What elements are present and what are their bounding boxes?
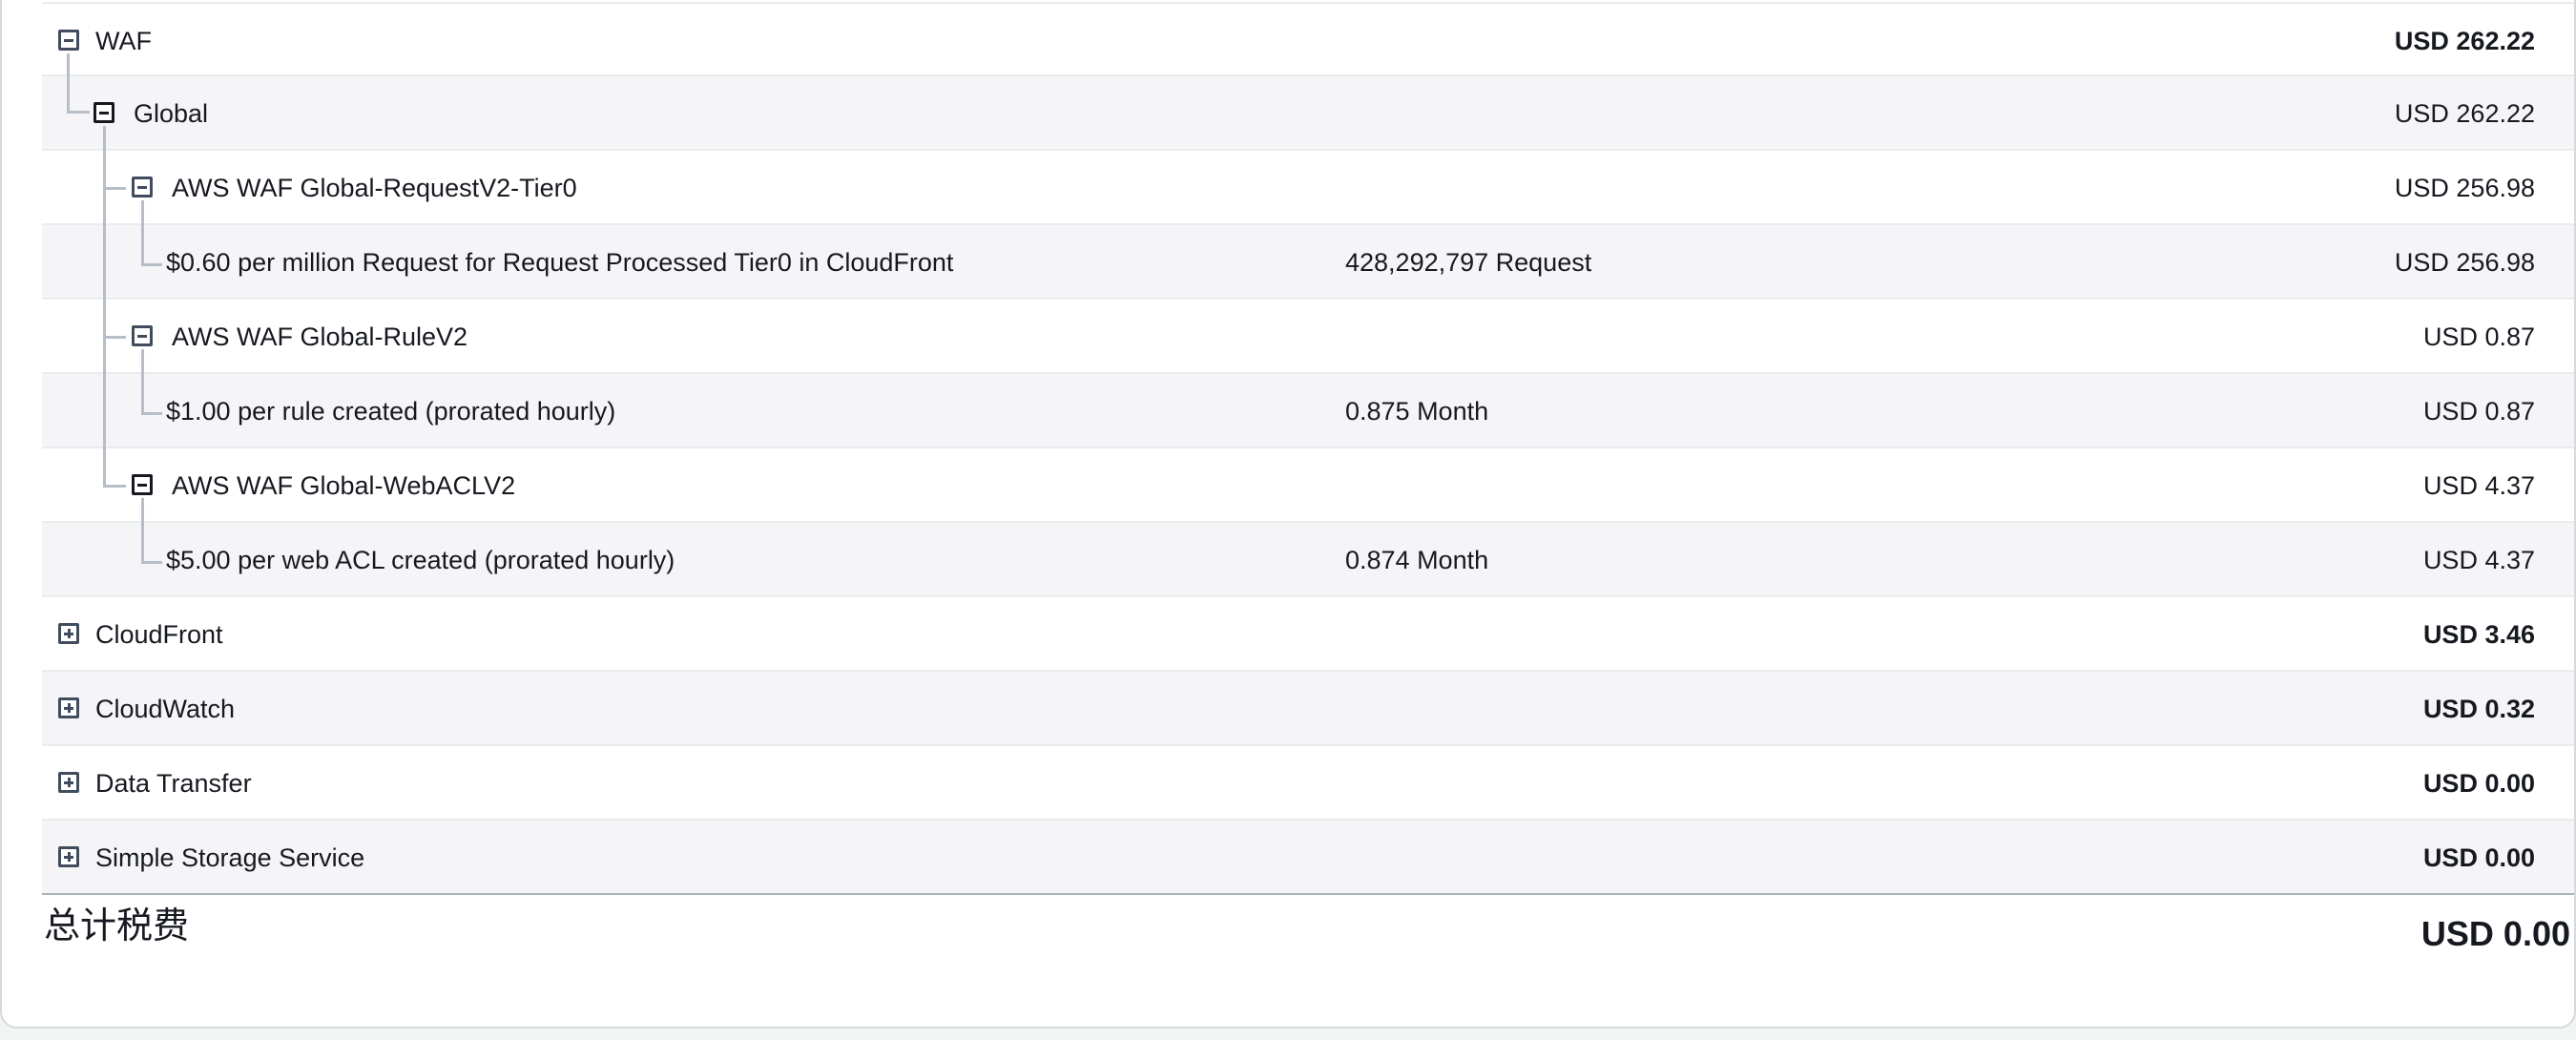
service-amount: USD 3.46 (2422, 620, 2535, 649)
table-row-usage-type: AWS WAF Global-RuleV2 USD 0.87 (42, 300, 2574, 374)
billing-details-card: WAF USD 262.22 Global USD 262.22 AWS WAF… (0, 0, 2576, 1029)
table-row-region: Global USD 262.22 (42, 76, 2574, 151)
collapse-icon[interactable] (58, 30, 79, 51)
table-row-line-item: $1.00 per rule created (prorated hourly)… (42, 374, 2574, 448)
usage-type-name: AWS WAF Global-WebACLV2 (172, 471, 516, 500)
expand-icon[interactable] (58, 623, 79, 644)
service-name: CloudFront (95, 620, 223, 649)
charges-table: WAF USD 262.22 Global USD 262.22 AWS WAF… (42, 2, 2574, 895)
collapse-icon[interactable] (132, 177, 153, 198)
table-row-cloudwatch: CloudWatch USD 0.32 (42, 672, 2574, 746)
service-name: Simple Storage Service (95, 843, 365, 872)
usage-type-name: AWS WAF Global-RequestV2-Tier0 (172, 174, 577, 202)
line-item-description: $1.00 per rule created (prorated hourly) (166, 397, 616, 426)
table-row-data-transfer: Data Transfer USD 0.00 (42, 746, 2574, 821)
service-amount: USD 0.00 (2422, 769, 2535, 798)
table-row-cloudfront: CloudFront USD 3.46 (42, 597, 2574, 672)
expand-icon[interactable] (58, 772, 79, 793)
collapse-icon[interactable] (132, 474, 153, 495)
table-row-line-item: $0.60 per million Request for Request Pr… (42, 225, 2574, 300)
region-amount: USD 262.22 (2394, 99, 2535, 128)
service-name: WAF (95, 27, 152, 55)
expand-icon[interactable] (58, 846, 79, 867)
usage-type-amount: USD 4.37 (2422, 471, 2535, 500)
usage-type-name: AWS WAF Global-RuleV2 (172, 322, 468, 351)
line-item-description: $5.00 per web ACL created (prorated hour… (166, 546, 675, 574)
table-row-s3: Simple Storage Service USD 0.00 (42, 821, 2574, 895)
service-amount: USD 262.22 (2394, 27, 2535, 55)
table-row-usage-type: AWS WAF Global-RequestV2-Tier0 USD 256.9… (42, 151, 2574, 225)
line-item-description: $0.60 per million Request for Request Pr… (166, 248, 954, 277)
line-item-amount: USD 256.98 (2394, 248, 2535, 277)
table-row-usage-type: AWS WAF Global-WebACLV2 USD 4.37 (42, 448, 2574, 523)
table-row-line-item: $5.00 per web ACL created (prorated hour… (42, 523, 2574, 597)
usage-type-amount: USD 0.87 (2422, 322, 2535, 351)
total-tax-label: 总计税费 (44, 906, 190, 946)
service-name: Data Transfer (95, 769, 252, 798)
usage-type-amount: USD 256.98 (2394, 174, 2535, 202)
line-item-amount: USD 4.37 (2422, 546, 2535, 574)
line-item-quantity: 0.875 Month (1345, 397, 1489, 426)
line-item-amount: USD 0.87 (2422, 397, 2535, 426)
line-item-quantity: 428,292,797 Request (1345, 248, 1592, 277)
line-item-quantity: 0.874 Month (1345, 546, 1489, 574)
service-name: CloudWatch (95, 695, 236, 723)
service-amount: USD 0.32 (2422, 695, 2535, 723)
table-row-waf: WAF USD 262.22 (42, 2, 2574, 78)
region-name: Global (134, 99, 209, 128)
expand-icon[interactable] (58, 697, 79, 718)
collapse-icon[interactable] (93, 102, 114, 123)
collapse-icon[interactable] (132, 325, 153, 346)
total-tax-amount: USD 0.00 (2420, 914, 2570, 953)
service-amount: USD 0.00 (2422, 843, 2535, 872)
